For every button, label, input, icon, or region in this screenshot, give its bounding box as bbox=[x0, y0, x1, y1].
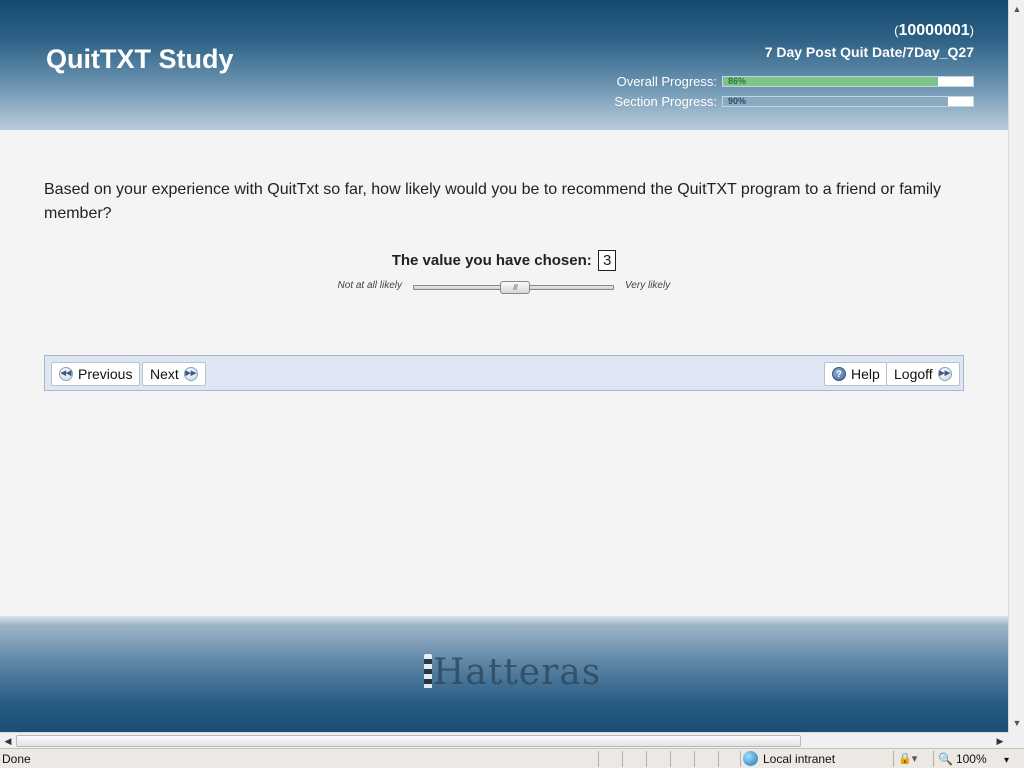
chosen-value-row: The value you have chosen: 3 bbox=[0, 250, 1008, 271]
status-divider bbox=[598, 751, 599, 767]
rewind-icon: ◀◀ bbox=[59, 367, 73, 381]
scroll-up-arrow-icon[interactable]: ▲ bbox=[1011, 2, 1023, 16]
previous-button-label: Previous bbox=[78, 366, 133, 382]
status-divider bbox=[670, 751, 671, 767]
status-divider bbox=[622, 751, 623, 767]
scroll-right-arrow-icon[interactable]: ▶ bbox=[993, 734, 1007, 748]
logoff-button[interactable]: Logoff ▶▶ bbox=[886, 362, 960, 386]
protected-mode-icon[interactable]: 🔒▾ bbox=[898, 752, 917, 765]
navigation-bar: ◀◀ Previous Next ▶▶ ? Help Logoff ▶▶ bbox=[44, 355, 964, 391]
chosen-value-label: The value you have chosen: bbox=[391, 252, 592, 269]
section-progress-row: Section Progress: 90% bbox=[614, 94, 974, 109]
rating-slider-row: Not at all likely /// Very likely bbox=[0, 279, 1008, 297]
status-divider bbox=[933, 751, 934, 767]
browser-viewport: QuitTXT Study (10000001) 7 Day Post Quit… bbox=[0, 0, 1008, 732]
rating-slider-track[interactable]: /// bbox=[413, 281, 614, 294]
participant-id-value: 10000001 bbox=[898, 22, 970, 39]
participant-id: (10000001) bbox=[894, 22, 974, 39]
zoom-control[interactable]: 🔍 100% ▾ bbox=[938, 752, 1009, 766]
hatteras-logo: Hatteras bbox=[424, 652, 601, 693]
chosen-value-box: 3 bbox=[597, 250, 617, 271]
help-button-label: Help bbox=[851, 366, 880, 382]
overall-progress-bar: 86% bbox=[722, 76, 974, 87]
next-button[interactable]: Next ▶▶ bbox=[142, 362, 206, 386]
scroll-left-arrow-icon[interactable]: ◀ bbox=[1, 734, 15, 748]
help-button[interactable]: ? Help bbox=[824, 362, 888, 386]
hatteras-logo-text: Hatteras bbox=[433, 652, 602, 693]
section-progress-label: Section Progress: bbox=[614, 94, 717, 109]
scrollbar-corner bbox=[1008, 732, 1024, 748]
status-divider bbox=[740, 751, 741, 767]
section-progress-text: 90% bbox=[728, 96, 747, 106]
zoom-magnifier-icon: 🔍 bbox=[938, 752, 953, 766]
status-divider bbox=[718, 751, 719, 767]
question-name: 7 Day Post Quit Date/7Day_Q27 bbox=[764, 44, 974, 60]
help-icon: ? bbox=[832, 367, 846, 381]
rating-slider-handle[interactable]: /// bbox=[500, 281, 530, 294]
vertical-scrollbar[interactable]: ▲ ▼ bbox=[1008, 0, 1024, 732]
status-divider bbox=[893, 751, 894, 767]
page-header: QuitTXT Study (10000001) 7 Day Post Quit… bbox=[0, 0, 1008, 130]
intranet-globe-icon bbox=[743, 751, 758, 766]
logoff-button-label: Logoff bbox=[894, 366, 933, 382]
overall-progress-label: Overall Progress: bbox=[616, 74, 717, 89]
zoom-level: 100% bbox=[955, 752, 987, 766]
security-zone[interactable]: Local intranet bbox=[743, 751, 835, 766]
overall-progress-fill bbox=[723, 77, 938, 86]
question-text: Based on your experience with QuitTxt so… bbox=[44, 181, 942, 222]
overall-progress-row: Overall Progress: 86% bbox=[617, 74, 974, 89]
overall-progress-text: 86% bbox=[728, 76, 747, 86]
slider-high-label: Very likely bbox=[625, 280, 671, 291]
scroll-down-arrow-icon[interactable]: ▼ bbox=[1011, 716, 1023, 730]
fast-forward-icon: ▶▶ bbox=[937, 367, 952, 381]
previous-button[interactable]: ◀◀ Previous bbox=[51, 362, 141, 386]
horizontal-scroll-thumb[interactable] bbox=[16, 735, 801, 747]
horizontal-scrollbar[interactable]: ◀ ▶ bbox=[0, 732, 1008, 748]
fast-forward-icon: ▶▶ bbox=[183, 367, 198, 381]
next-button-label: Next bbox=[150, 366, 179, 382]
status-divider bbox=[694, 751, 695, 767]
page-footer: Hatteras bbox=[0, 616, 1008, 732]
study-title: QuitTXT Study bbox=[46, 44, 234, 74]
zoom-dropdown-icon: ▾ bbox=[1004, 755, 1010, 766]
status-text: Done bbox=[2, 752, 31, 766]
section-progress-fill bbox=[723, 97, 948, 106]
security-zone-label: Local intranet bbox=[763, 751, 836, 766]
status-divider bbox=[646, 751, 647, 767]
browser-status-bar: Done Local intranet 🔒▾ 🔍 100% ▾ bbox=[0, 748, 1024, 768]
lighthouse-icon bbox=[424, 654, 432, 688]
section-progress-bar: 90% bbox=[722, 96, 974, 107]
slider-low-label: Not at all likely bbox=[337, 280, 402, 291]
